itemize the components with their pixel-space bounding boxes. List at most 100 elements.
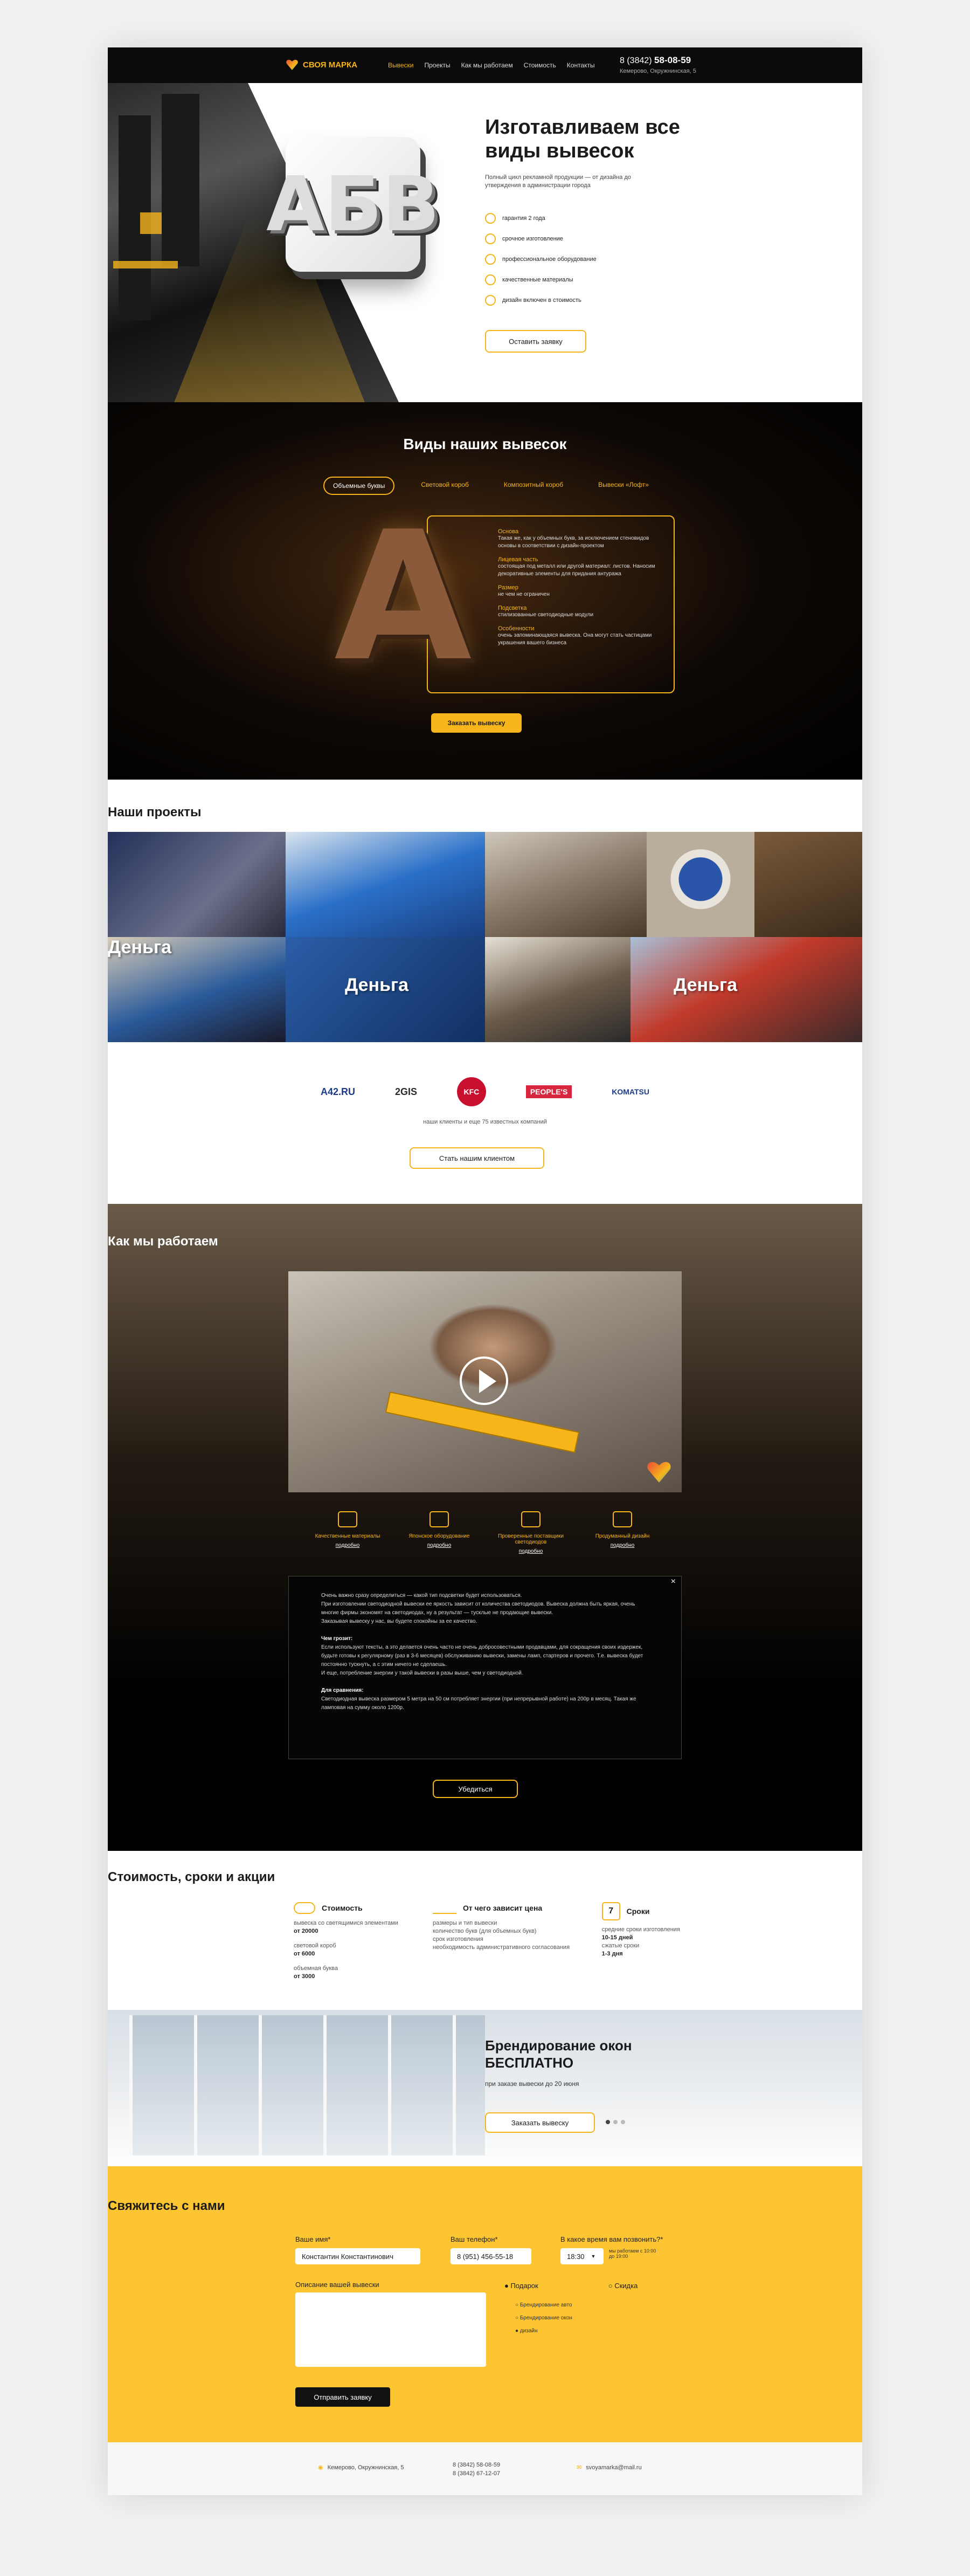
info-title: Лицевая часть: [498, 556, 538, 563]
tile-caption: Деньга: [674, 975, 738, 995]
nav-signs[interactable]: Вывески: [388, 61, 414, 69]
project-photo[interactable]: [754, 832, 862, 937]
pricing-columns: Стоимость вывеска со светящимися элемент…: [294, 1902, 682, 1981]
how-title: Как мы работаем: [108, 1234, 218, 1249]
feature-item: дизайн включен в стоимость: [485, 290, 597, 311]
step-title: Продуманный дизайн: [595, 1533, 650, 1539]
option-item[interactable]: ○ Брендирование авто: [515, 2299, 572, 2312]
pencil-icon: [485, 295, 496, 306]
close-icon[interactable]: ×: [671, 1578, 676, 1586]
tab-composite-box[interactable]: Композитный короб: [495, 477, 572, 495]
time-label: В какое время вам позвонить?*: [560, 2235, 663, 2243]
project-photo[interactable]: Деньга: [630, 937, 862, 1042]
project-photo[interactable]: Деньга: [108, 937, 286, 1042]
header-address: Кемерово, Окружнинская, 5: [620, 68, 696, 74]
phone-number: 58-08-59: [654, 55, 691, 65]
logo[interactable]: СВОЯ МАРКА: [286, 58, 357, 71]
slider-dots: [606, 2120, 625, 2124]
step-more-link[interactable]: подробно: [313, 1542, 383, 1548]
step-item: Японское оборудование подробно: [404, 1511, 474, 1554]
nav-how[interactable]: Как мы работаем: [461, 61, 513, 69]
order-sign-button[interactable]: Заказать вывеску: [431, 713, 522, 733]
project-photo[interactable]: Деньга: [286, 937, 485, 1042]
slider-dot[interactable]: [621, 2120, 625, 2124]
nav-projects[interactable]: Проекты: [425, 61, 451, 69]
depends-item: количество букв (для объемных букв): [433, 1928, 537, 1934]
info-text: стилизованные светодиодные модули: [498, 612, 594, 618]
tab-volume-letters[interactable]: Объемные буквы: [323, 477, 395, 495]
leave-request-button[interactable]: Оставить заявку: [485, 330, 586, 353]
tab-light-box[interactable]: Световой короб: [412, 477, 477, 495]
project-photo[interactable]: [286, 832, 485, 937]
peoples-logo: PEOPLE'S: [525, 1085, 572, 1098]
2gis-logo: 2GIS: [394, 1086, 417, 1097]
header-phone[interactable]: 8 (3842) 58-08-59: [620, 55, 691, 66]
description-textarea[interactable]: [295, 2292, 486, 2367]
tile-caption: Деньга: [345, 975, 409, 995]
feature-item: качественные материалы: [485, 270, 597, 290]
feature-text: профессиональное оборудование: [502, 256, 597, 263]
video-player[interactable]: [288, 1271, 682, 1492]
cost-item: вывеска со светящимися элементами: [294, 1920, 398, 1926]
step-item: Качественные материалы подробно: [313, 1511, 383, 1554]
slider-dot-active[interactable]: [606, 2120, 610, 2124]
option-item[interactable]: ● дизайн: [515, 2325, 572, 2338]
type-tabs: Объемные буквы Световой короб Композитны…: [323, 477, 657, 495]
header: СВОЯ МАРКА Вывески Проекты Как мы работа…: [108, 47, 862, 83]
sign-types-section: Виды наших вывесок Объемные буквы Светов…: [108, 402, 862, 780]
kfc-logo: KFC: [456, 1077, 486, 1106]
project-photo[interactable]: [485, 832, 647, 937]
step-title: Японское оборудование: [408, 1533, 470, 1539]
feature-item: профессиональное оборудование: [485, 249, 597, 270]
nav-contacts[interactable]: Контакты: [567, 61, 595, 69]
tab-loft[interactable]: Вывески «Лофт»: [590, 477, 657, 495]
radio-label: Подарок: [510, 2282, 538, 2290]
cost-column: Стоимость вывеска со светящимися элемент…: [294, 1902, 404, 1981]
contact-title: Свяжитесь с нами: [108, 2199, 225, 2213]
project-photo[interactable]: [108, 832, 286, 937]
time-value: 18:30: [567, 2252, 585, 2261]
become-client-button[interactable]: Стать нашим клиентом: [410, 1147, 544, 1169]
radio-discount[interactable]: ○ Скидка: [608, 2282, 638, 2290]
details-popup: × Очень важно сразу определиться — какой…: [288, 1576, 682, 1759]
footer-email[interactable]: ✉ svoyamarka@mail.ru: [577, 2464, 642, 2471]
step-more-link[interactable]: подробно: [404, 1542, 474, 1548]
info-title: Особенности: [498, 625, 535, 632]
footer-address: ◉ Кемерово, Окружнинская, 5: [318, 2464, 404, 2471]
terms-heading: Сроки: [626, 1907, 650, 1916]
window-view-image: [129, 2015, 485, 2155]
logo-text: СВОЯ МАРКА: [303, 60, 358, 70]
calendar-icon: 7: [601, 1902, 620, 1920]
name-input[interactable]: Константин Константинович: [295, 2248, 420, 2264]
how-we-work-section: Как мы работаем Качественные материалы по…: [108, 1204, 862, 1851]
option-item[interactable]: ○ Брендирование окон: [515, 2312, 572, 2325]
project-photo[interactable]: [485, 937, 630, 1042]
play-icon[interactable]: [460, 1356, 508, 1405]
popup-text: При изготовлении светодиодной вывески ее…: [321, 1601, 635, 1616]
depends-item: размеры и тип вывески: [433, 1920, 497, 1926]
order-sign-promo-button[interactable]: Заказать вывеску: [485, 2112, 595, 2133]
info-text: состоящая под металл или другой материал…: [498, 563, 655, 577]
gear-icon: [485, 254, 496, 265]
footer-phone[interactable]: 8 (3842) 67-12-07: [453, 2469, 500, 2478]
step-title: Качественные материалы: [315, 1533, 380, 1539]
phone-label: Ваш телефон*: [451, 2235, 498, 2243]
feature-text: качественные материалы: [502, 277, 573, 283]
radio-gift[interactable]: ● Подарок: [504, 2282, 538, 2290]
time-note: мы работаем с 10:00 до 19:00: [609, 2248, 656, 2259]
main-nav: Вывески Проекты Как мы работаем Стоимост…: [388, 61, 595, 69]
step-more-link[interactable]: подробно: [496, 1548, 566, 1554]
terms-value: 10-15 дней: [601, 1934, 633, 1941]
project-photo[interactable]: [647, 832, 754, 937]
nav-cost[interactable]: Стоимость: [524, 61, 556, 69]
grid-icon: [613, 1511, 632, 1527]
submit-button[interactable]: Отправить заявку: [295, 2387, 390, 2407]
slider-dot[interactable]: [613, 2120, 618, 2124]
info-list: Основа Такая же, как у объемных букв, за …: [498, 522, 660, 647]
footer-phone[interactable]: 8 (3842) 58-08-59: [453, 2461, 500, 2469]
phone-input[interactable]: 8 (951) 456-55-18: [451, 2248, 531, 2264]
make-sure-button[interactable]: Убедиться: [433, 1780, 518, 1798]
time-select[interactable]: 18:30 ▼: [560, 2248, 604, 2264]
step-more-link[interactable]: подробно: [587, 1542, 657, 1548]
feature-text: дизайн включен в стоимость: [502, 297, 581, 304]
